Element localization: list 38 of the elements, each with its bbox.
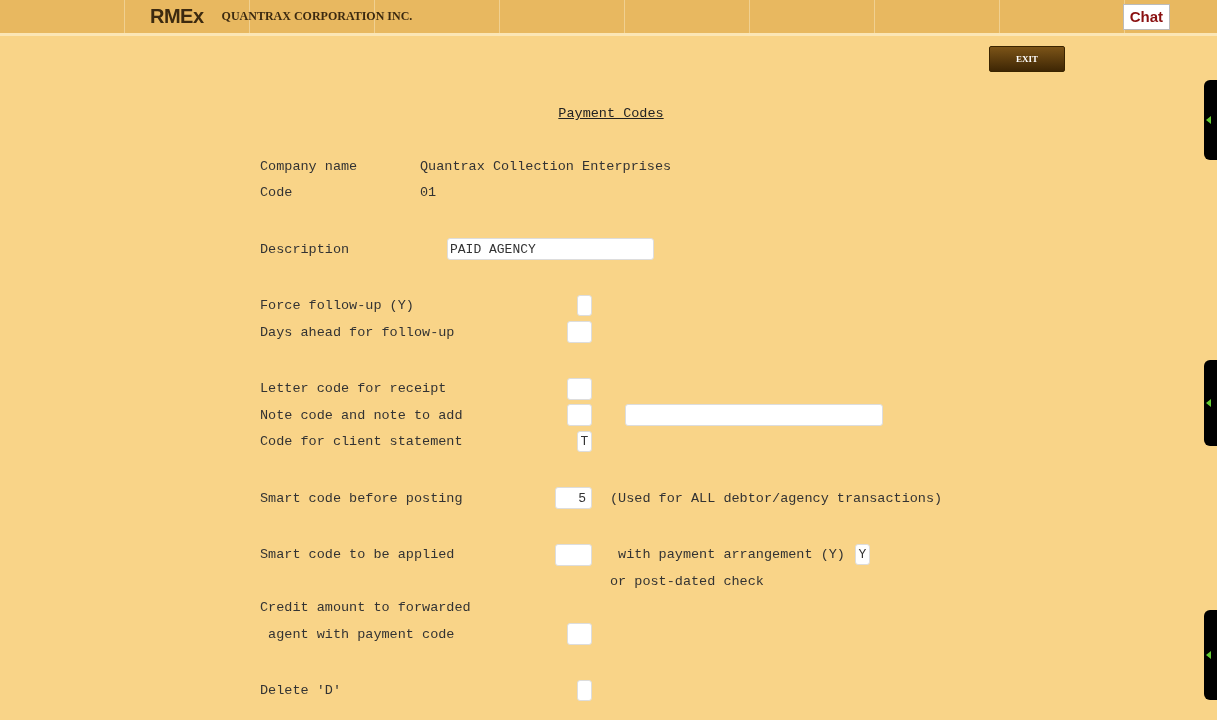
input-field[interactable] [577, 295, 592, 317]
field-label: Smart code to be applied [260, 547, 456, 563]
field-label: with payment arrangement (Y) [617, 547, 845, 563]
input-field[interactable] [567, 377, 592, 400]
note-field[interactable] [625, 404, 883, 427]
company-name: QUANTRAX CORPORATION INC. [221, 9, 413, 24]
side-panel-handle[interactable] [1204, 610, 1217, 700]
input-field[interactable]: T [577, 431, 592, 453]
field-label: Credit amount to forwarded [260, 600, 472, 616]
input-field[interactable] [567, 623, 592, 646]
side-panel-handle[interactable] [1204, 80, 1217, 160]
input-field[interactable]: 5 [555, 487, 592, 510]
input-field[interactable] [567, 321, 592, 344]
side-panel-handle[interactable] [1204, 360, 1217, 446]
field-value: Quantrax Collection Enterprises [420, 158, 672, 174]
field-label: Days ahead for follow-up [260, 324, 456, 340]
field-label: Letter code for receipt [260, 381, 448, 397]
field-label: Code [260, 185, 294, 201]
field-label: Company name [260, 158, 359, 174]
page-title: Payment Codes [558, 106, 664, 121]
field-label: Delete 'D' [260, 683, 342, 699]
field-value: 01 [420, 185, 437, 201]
chat-button[interactable]: Chat [1122, 3, 1170, 30]
description-field[interactable]: PAID AGENCY [447, 238, 654, 261]
field-note: (Used for ALL debtor/agency transactions) [610, 490, 943, 506]
field-label: agent with payment code [267, 626, 456, 642]
field-label: Code for client statement [260, 434, 464, 450]
field-label: Description [260, 241, 351, 257]
field-label: Force follow-up (Y) [260, 298, 415, 314]
input-field[interactable] [567, 404, 592, 427]
input-field[interactable]: Y [854, 544, 870, 566]
field-label: Smart code before posting [260, 490, 464, 506]
input-field[interactable] [577, 680, 592, 702]
field-note: or post-dated check [610, 573, 764, 589]
exit-button[interactable]: EXIT [989, 46, 1065, 72]
input-field[interactable] [555, 543, 592, 566]
logo: RMEx [150, 5, 204, 28]
field-label: Note code and note to add [260, 407, 464, 423]
